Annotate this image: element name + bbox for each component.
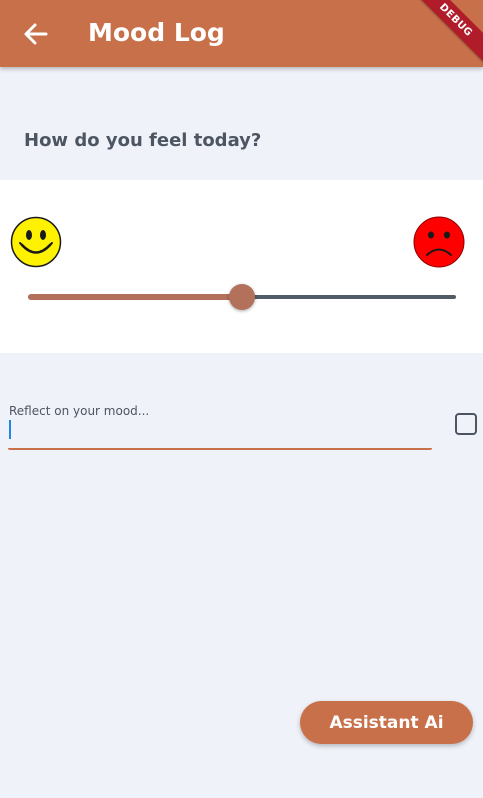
- happy-face-icon: [10, 216, 62, 268]
- checkbox-empty-icon[interactable]: [455, 413, 477, 435]
- slider-active-track: [28, 294, 242, 300]
- page-title: Mood Log: [88, 18, 225, 47]
- slider-thumb[interactable]: [229, 284, 255, 310]
- mood-slider[interactable]: [28, 284, 456, 310]
- back-button[interactable]: [16, 14, 56, 54]
- sad-face-icon: [413, 216, 465, 268]
- arrow-left-icon: [24, 23, 48, 45]
- text-caret: [9, 420, 11, 439]
- mood-card: [0, 180, 483, 353]
- mood-question: How do you feel today?: [24, 130, 262, 151]
- assistant-ai-button[interactable]: Assistant Ai: [300, 701, 473, 744]
- reflection-placeholder: Reflect on your mood...: [9, 404, 150, 418]
- app-bar: Mood Log DEBUG: [0, 0, 483, 67]
- input-underline: [8, 448, 432, 450]
- reflection-input[interactable]: Reflect on your mood...: [8, 398, 432, 452]
- debug-banner: DEBUG: [410, 0, 483, 66]
